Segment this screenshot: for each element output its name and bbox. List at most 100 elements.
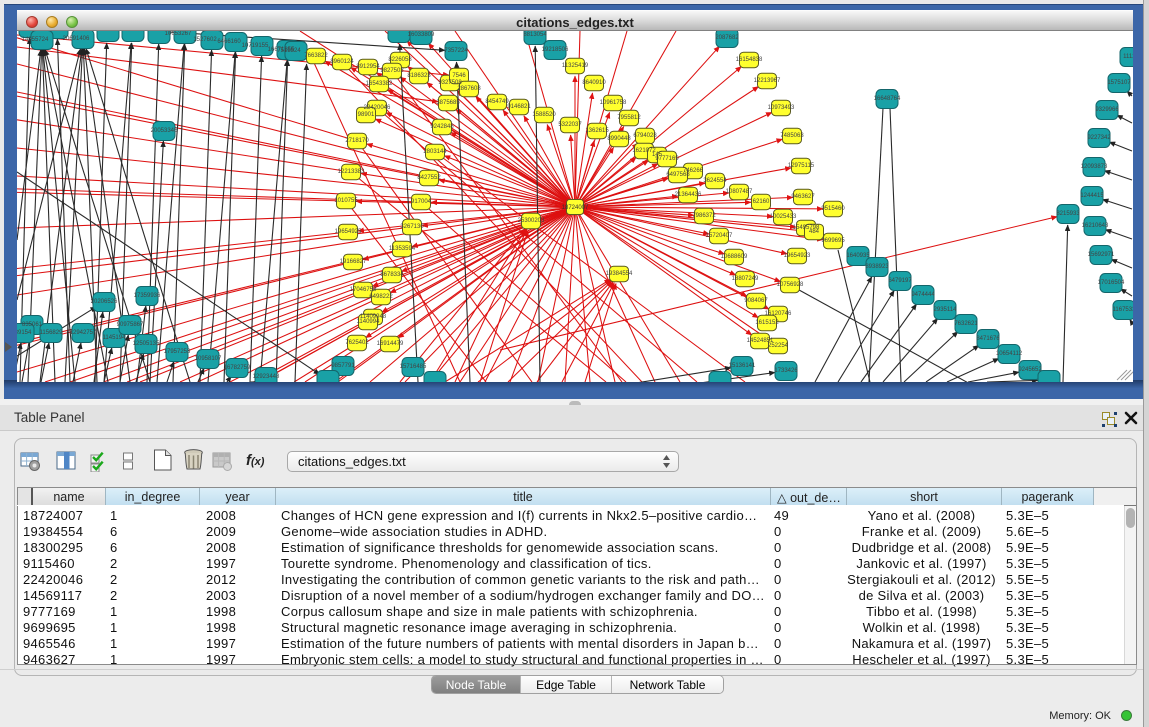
svg-text:484: 484 [809, 229, 820, 235]
svg-text:1640935: 1640935 [846, 253, 870, 259]
svg-text:8912954: 8912954 [356, 64, 380, 70]
svg-text:12093873: 12093873 [1081, 164, 1108, 170]
svg-text:1156829: 1156829 [40, 330, 64, 336]
svg-text:8813054: 8813054 [523, 32, 547, 38]
svg-text:2803144: 2803144 [423, 149, 447, 155]
svg-text:1733426: 1733426 [774, 368, 798, 374]
svg-text:12213383: 12213383 [338, 169, 365, 175]
svg-text:1244415: 1244415 [1080, 193, 1104, 199]
svg-text:7663822: 7663822 [304, 53, 328, 59]
svg-text:835061: 835061 [22, 322, 43, 328]
svg-text:20206526: 20206526 [91, 299, 118, 305]
svg-text:8454749: 8454749 [485, 99, 509, 105]
svg-text:8427552: 8427552 [417, 175, 441, 181]
svg-text:1167533: 1167533 [1113, 307, 1133, 313]
svg-text:1010755: 1010755 [334, 198, 358, 204]
svg-text:9515460: 9515460 [821, 206, 845, 212]
svg-text:8226058: 8226058 [388, 57, 412, 63]
svg-text:9699695: 9699695 [821, 238, 845, 244]
svg-text:8938923: 8938923 [865, 264, 889, 270]
svg-text:3875685: 3875685 [436, 100, 460, 106]
svg-text:9777169: 9777169 [655, 156, 679, 162]
svg-text:12505135: 12505135 [133, 341, 160, 347]
svg-text:6479197: 6479197 [888, 278, 912, 284]
svg-text:6497568: 6497568 [666, 172, 690, 178]
svg-text:9146821: 9146821 [507, 104, 531, 110]
svg-text:8215933: 8215933 [1056, 211, 1080, 217]
svg-text:19218506: 19218506 [542, 47, 569, 53]
svg-text:22420046: 22420046 [364, 105, 391, 111]
svg-text:1527602: 1527602 [193, 37, 217, 43]
svg-text:20691406: 20691406 [63, 36, 90, 42]
svg-text:18807249: 18807249 [732, 276, 759, 282]
svg-text:9227342: 9227342 [1087, 135, 1111, 141]
svg-text:16543382: 16543382 [366, 81, 393, 87]
svg-text:19654925: 19654925 [335, 229, 362, 235]
svg-text:98901: 98901 [358, 112, 375, 118]
svg-text:3624554: 3624554 [703, 178, 727, 184]
svg-text:9463627: 9463627 [791, 194, 815, 200]
svg-text:12975115: 12975115 [788, 163, 815, 169]
svg-text:39154: 39154 [17, 330, 32, 336]
svg-text:14055724: 14055724 [22, 37, 49, 43]
svg-text:8678334: 8678334 [380, 272, 404, 278]
svg-text:25300203: 25300203 [518, 218, 545, 224]
svg-text:17359936: 17359936 [134, 293, 161, 299]
svg-text:1588520: 1588520 [532, 112, 556, 118]
svg-text:17016504: 17016504 [1098, 280, 1125, 286]
svg-text:9329966: 9329966 [1095, 107, 1119, 113]
svg-text:9245652: 9245652 [1018, 367, 1042, 373]
svg-text:16210643: 16210643 [1082, 223, 1109, 229]
svg-text:62160: 62160 [753, 199, 770, 205]
svg-text:11353594: 11353594 [389, 246, 416, 252]
svg-text:9857791: 9857791 [331, 363, 355, 369]
svg-text:11325419: 11325419 [562, 63, 589, 69]
svg-text:15720407: 15720407 [706, 233, 733, 239]
svg-text:917004: 917004 [411, 199, 432, 205]
svg-text:10807487: 10807487 [726, 189, 753, 195]
svg-text:8640910: 8640910 [582, 80, 606, 86]
svg-text:12213967: 12213967 [754, 78, 781, 84]
svg-text:12923448: 12923448 [253, 374, 280, 380]
svg-text:6466160: 6466160 [217, 39, 241, 45]
svg-text:17957253: 17957253 [164, 349, 191, 355]
svg-text:6794028: 6794028 [633, 133, 657, 139]
svg-text:2087682: 2087682 [715, 35, 739, 41]
svg-text:9084067: 9084067 [744, 298, 768, 304]
svg-text:1615152: 1615152 [755, 320, 779, 326]
svg-text:16648764: 16648764 [874, 96, 901, 102]
svg-text:11124: 11124 [1123, 54, 1133, 60]
svg-text:1140994: 1140994 [357, 319, 381, 325]
svg-text:10961758: 10961758 [600, 100, 627, 106]
svg-text:15136141: 15136141 [729, 363, 756, 369]
svg-text:16120746: 16120746 [765, 311, 792, 317]
svg-text:7357224: 7357224 [444, 48, 468, 54]
svg-text:5322037: 5322037 [558, 122, 582, 128]
svg-text:15716485: 15716485 [400, 364, 427, 370]
svg-text:19654923: 19654923 [784, 253, 811, 259]
svg-text:10756928: 10756928 [777, 282, 804, 288]
svg-text:2867608: 2867608 [457, 86, 481, 92]
svg-text:2935114: 2935114 [934, 307, 958, 313]
svg-text:7515524: 7515524 [277, 48, 301, 54]
svg-text:16154838: 16154838 [736, 57, 763, 63]
svg-text:18724007: 18724007 [562, 205, 589, 211]
svg-text:10973493: 10973493 [768, 105, 795, 111]
svg-text:19166827: 19166827 [340, 259, 367, 265]
svg-text:1145194: 1145194 [103, 335, 127, 341]
svg-text:16782759: 16782759 [224, 365, 251, 371]
svg-text:10653267: 10653267 [165, 31, 192, 37]
svg-text:9827503: 9827503 [380, 68, 404, 74]
svg-text:10654112: 10654112 [996, 351, 1023, 357]
svg-text:16033809: 16033809 [408, 32, 435, 38]
svg-text:1362615: 1362615 [585, 128, 609, 134]
svg-text:252254: 252254 [768, 343, 789, 349]
svg-text:7485063: 7485063 [780, 133, 804, 139]
svg-text:16914479: 16914479 [377, 341, 404, 347]
svg-text:9474444: 9474444 [911, 292, 935, 298]
svg-text:10025433: 10025433 [770, 214, 797, 220]
svg-text:90975867: 90975867 [117, 322, 144, 328]
svg-text:8990448: 8990448 [607, 136, 631, 142]
svg-text:19384554: 19384554 [606, 271, 633, 277]
svg-text:15692971: 15692971 [1088, 252, 1115, 258]
